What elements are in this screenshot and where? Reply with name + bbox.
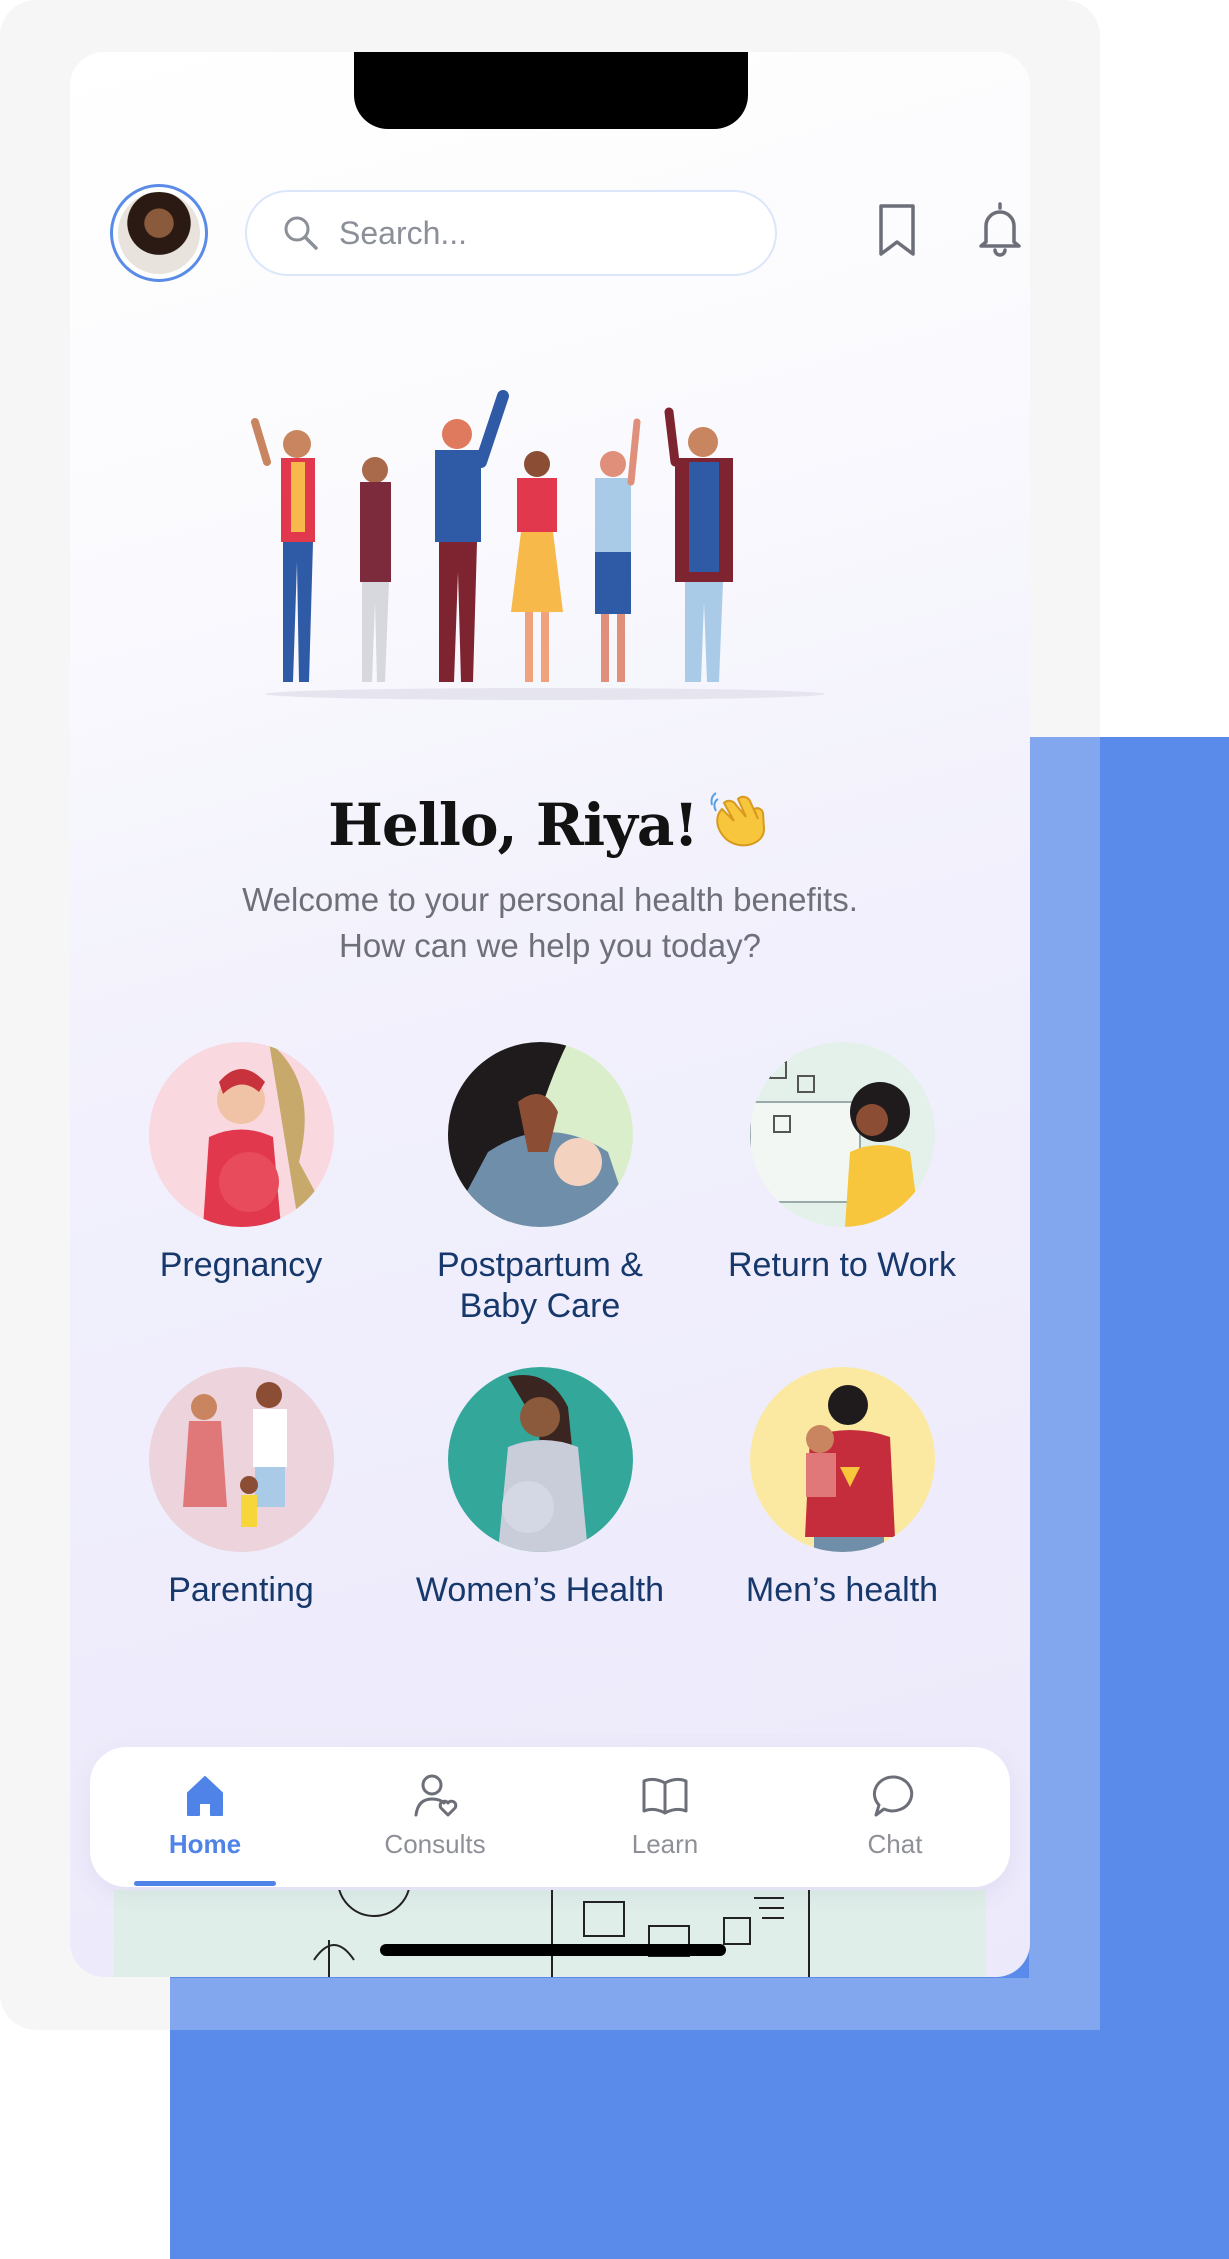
tab-label: Home bbox=[168, 1829, 242, 1859]
category-label: Pregnancy bbox=[159, 1246, 323, 1284]
tab-label: Learn bbox=[631, 1829, 699, 1859]
search-input[interactable]: Search... bbox=[339, 215, 467, 252]
subtitle-line-1: Welcome to your personal health benefits… bbox=[242, 881, 858, 918]
chat-icon bbox=[872, 1775, 914, 1817]
category-label-line-2: Baby Care bbox=[459, 1287, 621, 1325]
bell-icon[interactable] bbox=[976, 200, 1024, 258]
bookmark-icon[interactable] bbox=[875, 202, 919, 258]
profile-avatar[interactable] bbox=[110, 184, 208, 282]
content-card-peek bbox=[114, 1890, 986, 1977]
category-label: Parenting bbox=[168, 1571, 314, 1609]
parenting-illustration bbox=[148, 1367, 334, 1552]
bottom-tab-bar: Home Consults Learn Chat bbox=[90, 1747, 1010, 1887]
waving-hand-icon bbox=[710, 792, 765, 847]
tab-chat[interactable]: Chat bbox=[780, 1747, 1010, 1887]
return-to-work-illustration bbox=[749, 1042, 935, 1227]
home-indicator-bar bbox=[380, 1944, 726, 1956]
category-pregnancy[interactable]: Pregnancy bbox=[91, 1042, 391, 1286]
category-label: Return to Work bbox=[727, 1246, 956, 1284]
category-label: Men’s health bbox=[745, 1571, 939, 1609]
mens-health-illustration bbox=[749, 1367, 935, 1552]
category-label: Postpartum & Baby Care bbox=[390, 1245, 690, 1327]
active-tab-indicator bbox=[134, 1881, 276, 1886]
category-postpartum-baby-care[interactable]: Postpartum & Baby Care bbox=[390, 1042, 690, 1327]
top-bar: Search... bbox=[110, 184, 1021, 284]
tab-consults[interactable]: Consults bbox=[320, 1747, 550, 1887]
home-icon bbox=[187, 1776, 223, 1816]
phone-notch bbox=[354, 52, 748, 129]
avatar-photo bbox=[118, 192, 200, 274]
category-label-line-1: Postpartum & bbox=[437, 1246, 643, 1284]
tab-label: Consults bbox=[384, 1829, 486, 1859]
category-return-to-work[interactable]: Return to Work bbox=[692, 1042, 992, 1286]
category-label: Women’s Health bbox=[415, 1571, 665, 1609]
consults-icon bbox=[414, 1774, 458, 1817]
greeting-text: Hello, Riya! bbox=[328, 791, 699, 859]
womens-health-illustration bbox=[447, 1367, 633, 1552]
tab-label: Chat bbox=[867, 1829, 923, 1859]
postpartum-illustration bbox=[447, 1042, 633, 1227]
pregnancy-illustration bbox=[148, 1042, 334, 1227]
category-womens-health[interactable]: Women’s Health bbox=[390, 1367, 690, 1611]
search-icon bbox=[284, 216, 318, 250]
tab-learn[interactable]: Learn bbox=[550, 1747, 780, 1887]
backdrop-blue-strip-lower bbox=[170, 1978, 1100, 2030]
phone-screen: Search... Hello, Riya! Welcome to your p… bbox=[70, 52, 1030, 1977]
subtitle-line-2: How can we help you today? bbox=[339, 927, 761, 964]
search-bar[interactable]: Search... bbox=[245, 190, 777, 276]
backdrop-blue-strip bbox=[1029, 737, 1100, 2030]
greeting-heading: Hello, Riya! bbox=[70, 787, 1030, 859]
people-waving-illustration bbox=[251, 390, 825, 700]
greeting-subtitle: Welcome to your personal health benefits… bbox=[70, 877, 1030, 969]
tab-home[interactable]: Home bbox=[90, 1747, 320, 1887]
category-parenting[interactable]: Parenting bbox=[91, 1367, 391, 1611]
book-icon bbox=[642, 1777, 688, 1815]
category-mens-health[interactable]: Men’s health bbox=[692, 1367, 992, 1611]
